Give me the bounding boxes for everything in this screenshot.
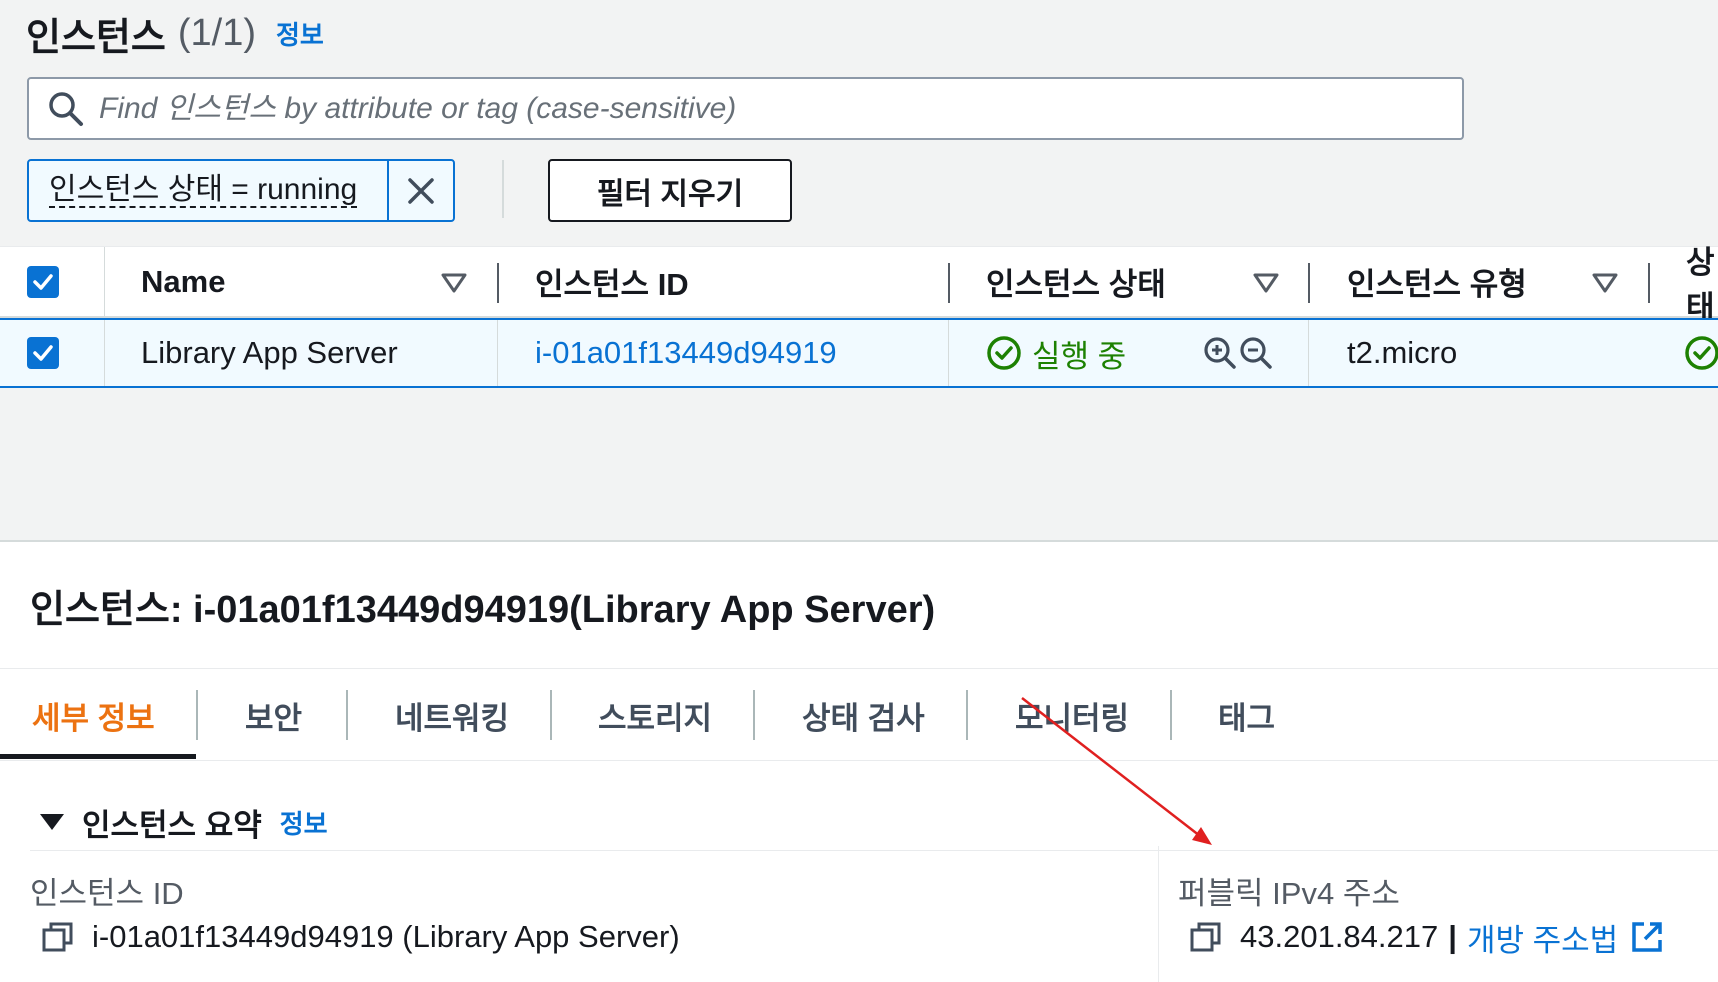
- instances-table: Name 인스턴스 ID 인스턴스 상태 인스턴스 유형 상태 Library …: [0, 245, 1718, 388]
- toolbar-divider: [502, 160, 504, 218]
- tab-networking[interactable]: 네트워킹: [395, 670, 509, 760]
- sort-icon[interactable]: [1252, 269, 1280, 297]
- instance-id-link[interactable]: i-01a01f13449d94919: [535, 320, 837, 386]
- column-divider: [1308, 320, 1309, 386]
- summary-info-link[interactable]: 정보: [280, 804, 328, 841]
- split-panel-divider[interactable]: [0, 540, 1718, 542]
- open-address-link[interactable]: 개방 주소법: [1467, 915, 1618, 960]
- column-divider: [104, 320, 105, 386]
- instance-state: 실행 중: [986, 320, 1126, 386]
- detail-tabs: 세부 정보 보안 네트워킹 스토리지 상태 검사 모니터링 태그: [0, 670, 1718, 760]
- instance-id-field: i-01a01f13449d94919 (Library App Server): [42, 916, 680, 958]
- state-zoom-controls: [1203, 320, 1273, 386]
- search-bar[interactable]: [27, 77, 1464, 140]
- tab-details[interactable]: 세부 정보: [32, 670, 155, 760]
- detail-title: 인스턴스: i-01a01f13449d94919(Library App Se…: [30, 589, 936, 631]
- select-all-checkbox[interactable]: [27, 265, 59, 298]
- instance-id-label: 인스턴스 ID: [30, 876, 184, 911]
- zoom-out-icon[interactable]: [1239, 336, 1273, 370]
- tab-separator: [753, 690, 755, 740]
- checkmark-icon: [33, 345, 53, 361]
- column-header-instance-type[interactable]: 인스턴스 유형: [1347, 247, 1527, 316]
- instance-id-value: i-01a01f13449d94919 (Library App Server): [92, 919, 680, 954]
- row-select-cell: [27, 320, 59, 386]
- column-divider: [497, 320, 498, 386]
- tab-monitoring[interactable]: 모니터링: [1015, 670, 1129, 760]
- sort-icon[interactable]: [440, 269, 468, 297]
- filter-token-label[interactable]: 인스턴스 상태 = running: [29, 161, 387, 220]
- column-header-instance-id[interactable]: 인스턴스 ID: [535, 247, 689, 316]
- table-row[interactable]: Library App Server i-01a01f13449d94919 실…: [0, 318, 1718, 388]
- tab-separator: [196, 690, 198, 740]
- clear-filters-button[interactable]: 필터 지우기: [548, 159, 792, 222]
- copy-icon[interactable]: [1190, 921, 1222, 953]
- tab-tags[interactable]: 태그: [1218, 670, 1275, 760]
- info-link[interactable]: 정보: [276, 15, 324, 52]
- column-divider: [1158, 846, 1159, 982]
- instance-count: (1/1): [177, 11, 256, 54]
- tab-separator: [966, 690, 968, 740]
- row-checkbox[interactable]: [27, 337, 59, 369]
- active-tab-indicator: [0, 754, 196, 759]
- search-input[interactable]: [99, 91, 1399, 126]
- public-ipv4-field: 43.201.84.217 | 개방 주소법: [1190, 916, 1664, 958]
- select-all-cell: [27, 247, 59, 316]
- check-circle-icon: [1685, 336, 1718, 370]
- column-divider: [948, 320, 949, 386]
- status-check-cell: [1684, 320, 1718, 386]
- instances-panel: 인스턴스 (1/1) 정보 인스턴스 상태 = running 필터 지우기: [0, 0, 1718, 540]
- column-resizer[interactable]: [1648, 263, 1650, 303]
- column-resizer[interactable]: [948, 263, 950, 303]
- column-resizer[interactable]: [1308, 263, 1310, 303]
- external-link-icon[interactable]: [1630, 920, 1664, 954]
- filter-token-text: 인스턴스 상태 = running: [49, 173, 358, 208]
- sort-icon[interactable]: [1591, 269, 1619, 297]
- tab-separator: [346, 690, 348, 740]
- public-ipv4-value: 43.201.84.217: [1240, 919, 1439, 954]
- section-divider: [30, 850, 1718, 851]
- column-header-instance-state[interactable]: 인스턴스 상태: [986, 247, 1166, 316]
- remove-filter-button[interactable]: [387, 161, 453, 220]
- zoom-in-icon[interactable]: [1203, 336, 1237, 370]
- caret-down-icon[interactable]: [40, 814, 64, 830]
- checkmark-icon: [33, 273, 53, 290]
- table-header-row: Name 인스턴스 ID 인스턴스 상태 인스턴스 유형 상태: [0, 245, 1718, 325]
- instances-header: 인스턴스 (1/1) 정보: [26, 4, 324, 62]
- tab-storage[interactable]: 스토리지: [598, 670, 712, 760]
- tabs-top-line: [0, 668, 1718, 669]
- column-resizer[interactable]: [497, 263, 499, 303]
- check-circle-icon: [987, 336, 1021, 370]
- column-divider: [104, 247, 105, 316]
- instance-name: Library App Server: [141, 335, 398, 370]
- close-icon: [408, 177, 434, 204]
- instance-summary-title: 인스턴스 요약: [82, 807, 262, 843]
- instance-state-label: 실행 중: [1032, 338, 1127, 374]
- filter-token: 인스턴스 상태 = running: [27, 159, 455, 222]
- value-separator: |: [1448, 919, 1457, 954]
- public-ipv4-label: 퍼블릭 IPv4 주소: [1178, 876, 1400, 911]
- column-header-status[interactable]: 상태: [1686, 245, 1718, 325]
- search-icon: [49, 91, 83, 126]
- tabs-bottom-line: [0, 760, 1718, 761]
- instance-type: t2.micro: [1347, 335, 1458, 370]
- instance-summary-header[interactable]: 인스턴스 요약 정보: [40, 800, 328, 844]
- tab-status-checks[interactable]: 상태 검사: [802, 670, 925, 760]
- tab-security[interactable]: 보안: [245, 670, 302, 760]
- column-header-name[interactable]: Name: [141, 247, 225, 316]
- tab-separator: [1170, 690, 1172, 740]
- page-title: 인스턴스: [26, 16, 166, 59]
- tab-separator: [550, 690, 552, 740]
- copy-icon[interactable]: [42, 921, 74, 953]
